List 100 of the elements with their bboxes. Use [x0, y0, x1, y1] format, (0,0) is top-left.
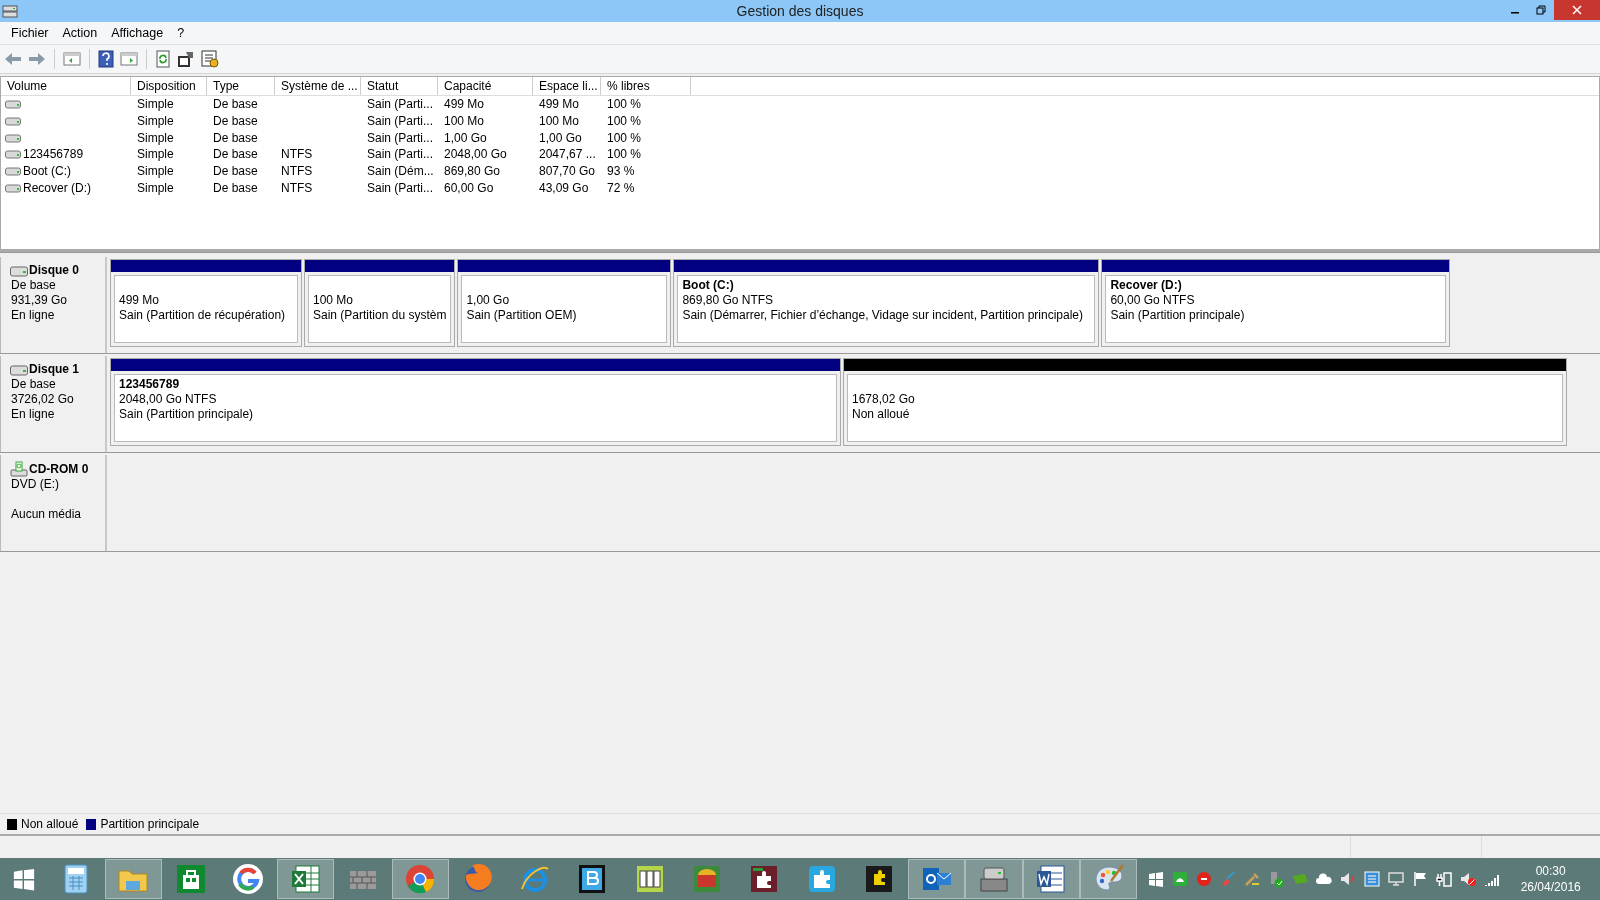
column-header[interactable]: Capacité	[438, 77, 533, 95]
partition-block[interactable]: Boot (C:) 869,80 Go NTFS Sain (Démarrer, Fichier d’échange, Vidage sur incident, Partition principale)	[673, 259, 1100, 347]
partition-block[interactable]: 123456789 2048,00 Go NTFS Sain (Partition principale)	[110, 358, 841, 446]
table-cell: 499 Mo	[444, 97, 485, 112]
settings-icon[interactable]	[201, 50, 219, 68]
table-cell: NTFS	[281, 147, 313, 162]
battery-plug-icon[interactable]	[1435, 870, 1454, 888]
partition-block[interactable]: 1678,02 Go Non alloué	[843, 358, 1567, 446]
partition-status: Sain (Partition OEM)	[466, 308, 578, 323]
help-icon[interactable]	[98, 50, 114, 68]
column-header[interactable]: Volume	[1, 77, 131, 95]
volume-name[interactable]: Recover (D:)	[23, 180, 91, 195]
table-cell: 1,00 Go	[444, 130, 487, 145]
menu-item[interactable]: Affichage	[104, 26, 171, 40]
monitor-icon[interactable]	[1387, 870, 1406, 888]
panel-icon[interactable]	[120, 51, 138, 67]
table-cell: Simple	[137, 180, 174, 195]
disk-info: 3726,02 Go	[11, 392, 75, 407]
disk-info: De base	[11, 377, 57, 392]
partition-size: 1,00 Go	[466, 293, 511, 308]
disk-label-panel[interactable]: Disque 0 De base 931,39 Go En ligne	[0, 257, 107, 353]
column-header[interactable]: Espace li...	[533, 77, 601, 95]
column-header[interactable]: Disposition	[131, 77, 207, 95]
keyboard-language-icon[interactable]	[1363, 870, 1382, 888]
table-cell: 100 %	[607, 114, 642, 129]
cd-drive-icon	[10, 461, 28, 477]
table-cell: 100 %	[607, 97, 642, 112]
table-cell: Simple	[137, 114, 174, 129]
clock-date: 26/04/2016	[1520, 879, 1581, 895]
table-cell: 93 %	[607, 164, 635, 179]
forward-arrow-icon[interactable]	[28, 51, 46, 67]
close-icon	[1572, 5, 1582, 15]
volume-name[interactable]: Boot (C:)	[23, 164, 71, 179]
app-icon	[2, 3, 18, 19]
table-cell: De base	[213, 130, 258, 145]
table-cell: 43,09 Go	[539, 180, 589, 195]
console-tree-icon[interactable]	[63, 51, 81, 67]
back-arrow-icon[interactable]	[4, 51, 22, 67]
table-cell: De base	[213, 147, 258, 162]
table-cell: 72 %	[607, 180, 635, 195]
muted-speaker-icon[interactable]	[1459, 870, 1478, 888]
windows-icon[interactable]	[1147, 870, 1166, 888]
circle-app-icon[interactable]	[1195, 870, 1214, 888]
column-header[interactable]: Système de ...	[275, 77, 361, 95]
clock-time: 00:30	[1535, 863, 1566, 879]
table-cell: 2048,00 Go	[444, 147, 507, 162]
partition-block[interactable]: 499 Mo Sain (Partition de récupération)	[110, 259, 302, 347]
table-cell: 499 Mo	[539, 97, 580, 112]
partition-status: Sain (Partition principale)	[119, 407, 255, 422]
partition-size: 499 Mo	[119, 293, 161, 308]
disk-label-panel[interactable]: Disque 1 De base 3726,02 Go En ligne	[0, 356, 107, 452]
partition-name: Boot (C:)	[682, 278, 735, 293]
column-header[interactable]: Statut	[361, 77, 438, 95]
partition-size: 1678,02 Go	[852, 392, 916, 407]
tool-icon[interactable]	[1243, 870, 1262, 888]
drive-icon	[5, 149, 21, 160]
table-cell: Simple	[137, 97, 174, 112]
disk-name: CD-ROM 0	[29, 461, 89, 477]
partition-status: Non alloué	[852, 407, 911, 422]
partition-status: Sain (Démarrer, Fichier d’échange, Vidage sur incident, Partition principale)	[682, 308, 1085, 323]
refresh-icon[interactable]	[155, 50, 171, 68]
table-cell: Simple	[137, 147, 174, 162]
table-cell: 1,00 Go	[539, 130, 582, 145]
table-cell: NTFS	[281, 180, 313, 195]
table-cell: Sain (Parti...	[367, 97, 434, 112]
menu-item[interactable]: ?	[170, 26, 192, 40]
table-cell: Sain (Parti...	[367, 114, 434, 129]
partition-name: 123456789	[119, 377, 181, 392]
disk-info: DVD (E:)	[11, 477, 60, 492]
disk-info: En ligne	[11, 407, 56, 422]
table-cell: Sain (Parti...	[367, 147, 434, 162]
partition-block[interactable]: Recover (D:) 60,00 Go NTFS Sain (Partition principale)	[1101, 259, 1451, 347]
close-button[interactable]	[1554, 0, 1600, 20]
disk-drive-icon	[10, 264, 28, 277]
taskbar-button[interactable]	[1022, 859, 1080, 899]
table-cell: Sain (Parti...	[367, 130, 434, 145]
column-header[interactable]: % libres	[601, 77, 691, 95]
partition-block[interactable]: 1,00 Go Sain (Partition OEM)	[457, 259, 672, 347]
partition-block[interactable]: 100 Mo Sain (Partition du systèm	[304, 259, 456, 347]
partition-status: Sain (Partition principale)	[1110, 308, 1246, 323]
disk-info: 931,39 Go	[11, 293, 69, 308]
drive-icon	[5, 182, 21, 193]
column-header[interactable]: Type	[207, 77, 275, 95]
table-cell: 100 Mo	[539, 114, 580, 129]
table-cell: 100 %	[607, 147, 642, 162]
disk-label-panel[interactable]: CD-ROM 0 DVD (E:) Aucun média	[0, 455, 107, 551]
table-cell: 100 %	[607, 130, 642, 145]
tile-app-icon[interactable]	[1171, 870, 1190, 888]
menu-item[interactable]: Action	[55, 26, 105, 40]
partition-status: Sain (Partition de récupération)	[119, 308, 287, 323]
drive-icon	[5, 99, 21, 110]
menu-item[interactable]: Fichier	[4, 26, 56, 40]
drive-icon	[5, 132, 21, 143]
properties-icon[interactable]	[177, 50, 195, 68]
volume-name[interactable]: 123456789	[23, 147, 84, 162]
disk-drive-icon	[10, 363, 28, 376]
clock[interactable]: 00:30 26/04/2016	[1501, 863, 1600, 895]
partition-size: 869,80 Go NTFS	[682, 293, 775, 308]
document-icon	[1035, 863, 1068, 895]
table-cell: De base	[213, 97, 258, 112]
